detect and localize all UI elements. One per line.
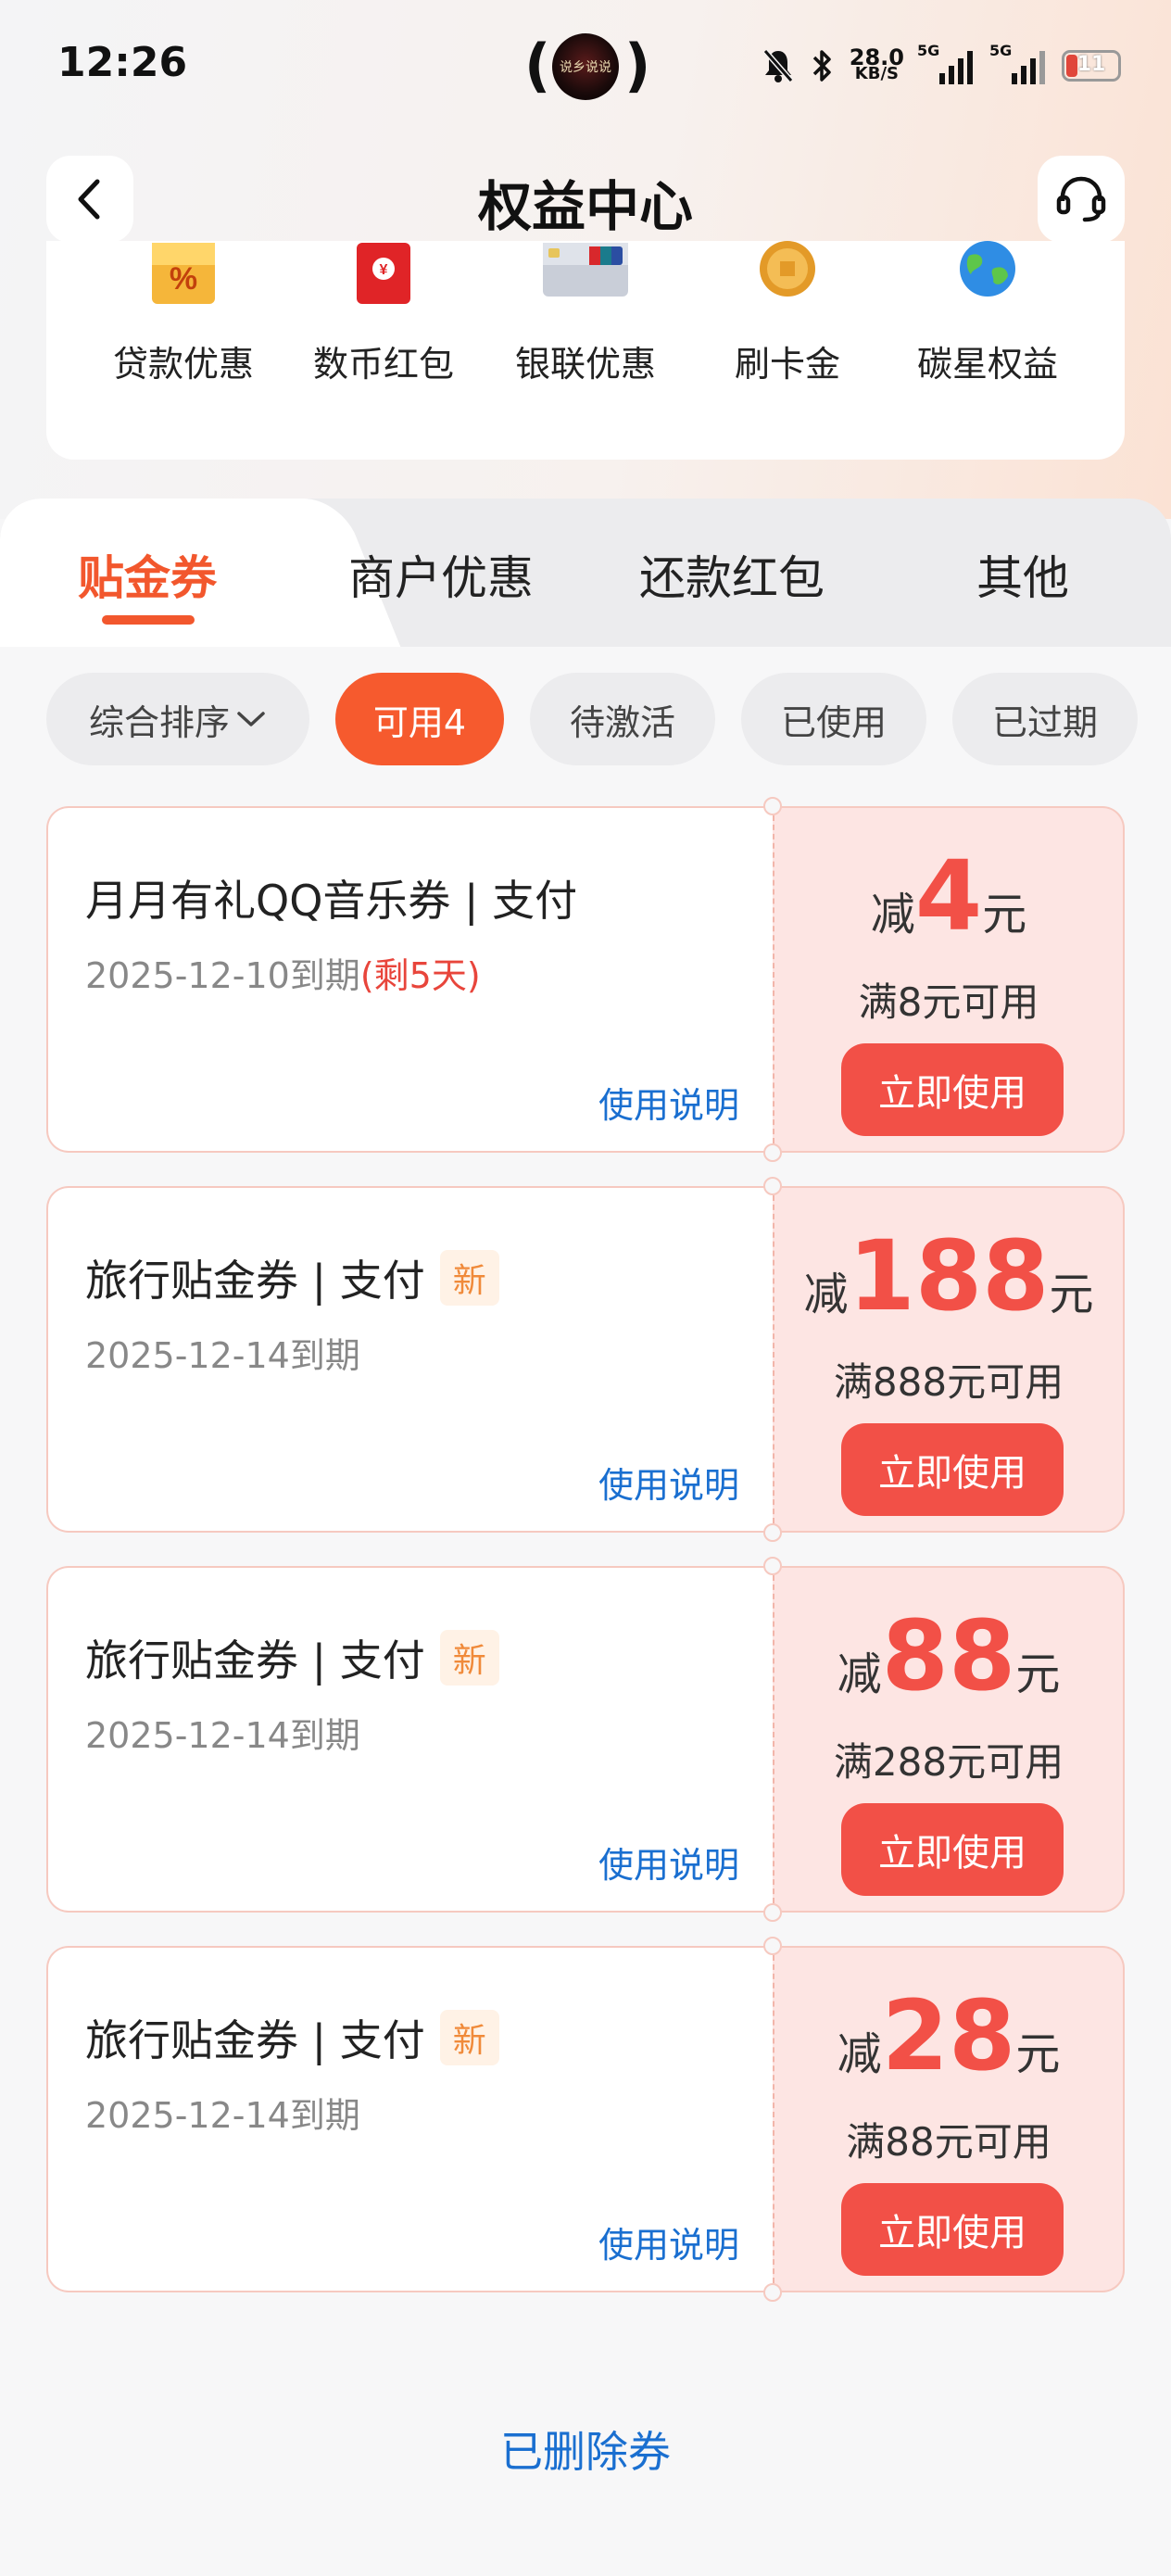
filter-available[interactable]: 可用4 (335, 673, 504, 765)
coupon-card: 旅行贴金券 | 支付新 2025-12-14到期 使用说明 减28元 满88元可… (46, 1937, 1125, 2302)
chevron-left-icon (78, 179, 100, 220)
coupon-value-panel: 减4元 满8元可用 立即使用 (773, 806, 1125, 1153)
coupon-condition: 满888元可用 (833, 1359, 1064, 1405)
coupon-expiry: 2025-12-14到期 (85, 2095, 360, 2136)
customer-service-button[interactable] (1038, 156, 1125, 243)
percent-icon: % (152, 243, 215, 304)
paren-left: ( (524, 32, 551, 99)
coupon-notch (763, 2283, 782, 2302)
coupon-notch (763, 1143, 782, 1162)
filter-pending-activation[interactable]: 待激活 (530, 673, 715, 765)
coupon-expiry: 2025-12-14到期 (85, 1715, 360, 1756)
coupon-notch (763, 1523, 782, 1542)
back-button[interactable] (46, 156, 133, 243)
status-time: 12:26 (57, 39, 188, 86)
coupon-title: 旅行贴金券 | 支付新 (85, 1627, 499, 1688)
new-badge: 新 (439, 2010, 499, 2065)
battery-icon: 11 (1062, 50, 1121, 82)
status-icons: 28.0 KB/S 5G 5G 11 (762, 42, 1121, 89)
sort-dropdown[interactable]: 综合排序 (46, 673, 309, 765)
coupon-notch (763, 1937, 782, 1955)
net-speed: 28.0 KB/S (849, 44, 904, 83)
coupon-condition: 满88元可用 (846, 2119, 1051, 2165)
tab-other[interactable]: 其他 (976, 541, 1069, 608)
coupon-title: 旅行贴金券 | 支付新 (85, 2007, 499, 2068)
tab-repayment-red-envelopes[interactable]: 还款红包 (639, 541, 825, 608)
active-tab-indicator (102, 615, 195, 625)
coupon-info: 旅行贴金券 | 支付新 2025-12-14到期 使用说明 (46, 1186, 773, 1533)
coupon-notch (763, 1177, 782, 1195)
use-now-button[interactable]: 立即使用 (841, 2183, 1064, 2276)
deleted-coupons-link[interactable]: 已删除券 (0, 2418, 1171, 2480)
usage-instructions-link[interactable]: 使用说明 (598, 1457, 739, 1508)
new-badge: 新 (439, 1250, 499, 1306)
coupon-expiry: 2025-12-14到期 (85, 1335, 360, 1376)
usage-instructions-link[interactable]: 使用说明 (598, 1837, 739, 1888)
camera-cutout: ( 说乡说说 ) (524, 28, 650, 111)
coupon-card: 旅行贴金券 | 支付新 2025-12-14到期 使用说明 减88元 满288元… (46, 1557, 1125, 1922)
usage-instructions-link[interactable]: 使用说明 (598, 2216, 739, 2267)
coupon-card: 旅行贴金券 | 支付新 2025-12-14到期 使用说明 减188元 满888… (46, 1177, 1125, 1542)
new-badge: 新 (439, 1630, 499, 1686)
svg-text:%: % (170, 261, 197, 297)
coupon-card: 月月有礼QQ音乐券 | 支付 2025-12-10到期(剩5天) 使用说明 减4… (46, 797, 1125, 1162)
svg-text:¥: ¥ (380, 262, 388, 278)
coupon-amount: 减188元 (803, 1219, 1094, 1332)
days-remaining: (剩5天) (359, 955, 481, 996)
unionpay-card-icon (543, 243, 628, 297)
coupon-amount: 减28元 (837, 1979, 1061, 2092)
coupon-notch (763, 797, 782, 815)
coupon-title: 月月有礼QQ音乐券 | 支付 (85, 876, 578, 926)
coupon-value-panel: 减28元 满88元可用 立即使用 (773, 1946, 1125, 2292)
app-logo-icon: 说乡说说 (552, 33, 619, 100)
coupon-condition: 满288元可用 (833, 1739, 1064, 1785)
paren-right: ) (624, 32, 651, 99)
coupon-info: 旅行贴金券 | 支付新 2025-12-14到期 使用说明 (46, 1946, 773, 2292)
coupon-amount: 减88元 (837, 1599, 1061, 1712)
bell-off-icon (762, 49, 794, 82)
usage-instructions-link[interactable]: 使用说明 (598, 1077, 739, 1128)
coupon-title: 旅行贴金券 | 支付新 (85, 1247, 499, 1308)
signal-2-icon: 5G (989, 42, 1045, 84)
filter-expired[interactable]: 已过期 (952, 673, 1138, 765)
earth-icon (960, 241, 1015, 297)
tab-bar: 贴金券 商户优惠 还款红包 其他 (0, 499, 1171, 647)
status-bar: 12:26 ( 说乡说说 ) 28.0 KB/S 5G 5G 11 (0, 0, 1171, 139)
use-now-button[interactable]: 立即使用 (841, 1423, 1064, 1516)
coupon-value-panel: 减88元 满288元可用 立即使用 (773, 1566, 1125, 1913)
gold-coin-icon (760, 241, 815, 297)
headset-icon (1056, 176, 1106, 222)
coupon-amount: 减4元 (870, 840, 1027, 953)
use-now-button[interactable]: 立即使用 (841, 1803, 1064, 1896)
coupon-info: 月月有礼QQ音乐券 | 支付 2025-12-10到期(剩5天) 使用说明 (46, 806, 773, 1153)
bluetooth-icon (812, 50, 831, 82)
chevron-down-icon (237, 712, 265, 726)
benefit-categories: % 贷款优惠 ¥ 数币红包 银联优惠 刷卡金 碳星权益 (46, 241, 1125, 460)
use-now-button[interactable]: 立即使用 (841, 1043, 1064, 1136)
coupon-condition: 满8元可用 (858, 979, 1039, 1025)
tab-subsidy-coupons[interactable]: 贴金券 (78, 541, 217, 608)
logo-text: 说乡说说 (560, 60, 611, 75)
coupon-notch (763, 1903, 782, 1922)
coupon-info: 旅行贴金券 | 支付新 2025-12-14到期 使用说明 (46, 1566, 773, 1913)
filter-used[interactable]: 已使用 (741, 673, 926, 765)
coupon-notch (763, 1557, 782, 1575)
coupon-value-panel: 减188元 满888元可用 立即使用 (773, 1186, 1125, 1533)
signal-1-icon: 5G (917, 42, 973, 84)
tab-merchant-offers[interactable]: 商户优惠 (348, 541, 534, 608)
coupon-expiry: 2025-12-10到期(剩5天) (85, 955, 481, 996)
red-envelope-icon: ¥ (357, 243, 410, 304)
